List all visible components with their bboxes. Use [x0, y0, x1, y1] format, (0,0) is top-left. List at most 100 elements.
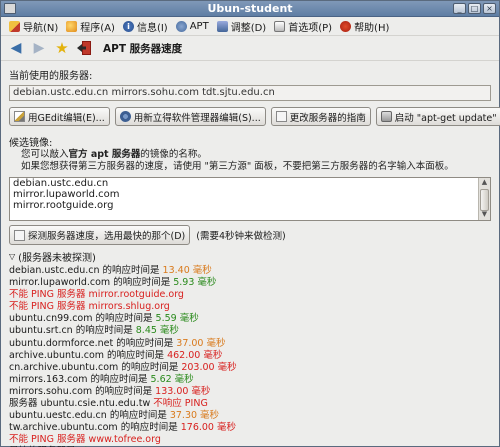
toolbar: ◀ ▶ ★ APT 服务器速度 [1, 36, 499, 61]
expander-triangle-icon: ▽ [9, 252, 16, 261]
mirror-list-textarea[interactable]: debian.ustc.edu.cn mirror.lupaworld.com … [9, 177, 491, 221]
results-list: debian.ustc.edu.cn 的响应时间是 13.40 毫秒 mirror… [9, 265, 491, 447]
menu-info[interactable]: i 信息(I) [119, 18, 172, 35]
probe-speed-button[interactable]: 探测服务器速度，选用最快的那个(D) [9, 225, 191, 245]
scroll-up-icon[interactable]: ▲ [479, 178, 490, 188]
result-line: ubuntu.dormforce.net 的响应时间是 37.00 毫秒 [9, 338, 491, 350]
result-server-text: ubuntu.uestc.edu.cn 的响应时间是 [9, 410, 170, 422]
result-server-text: mirrors.163.com 的响应时间是 [9, 373, 151, 385]
tweak-icon [216, 20, 228, 32]
result-line: mirrors.sohu.com 的响应时间是 133.00 毫秒 [9, 386, 491, 398]
result-value: 37.00 毫秒 [176, 337, 226, 349]
result-server-text: cn.archive.ubuntu.com 的响应时间是 [9, 361, 182, 373]
title-bar: Ubun-student _ □ × [1, 1, 499, 17]
result-value: 5.62 毫秒 [150, 373, 194, 385]
results-header: (服务器未被探测) [18, 253, 96, 264]
menu-tweak[interactable]: 调整(D) [213, 18, 271, 35]
package-manager-icon [119, 111, 131, 122]
result-value: 8.45 毫秒 [135, 325, 179, 337]
help-icon [340, 20, 352, 32]
edit-icon [14, 111, 25, 122]
close-icon[interactable]: × [483, 3, 496, 14]
exit-icon[interactable] [76, 40, 92, 56]
edit-with-synaptic-button[interactable]: 用新立得软件管理器编辑(S)... [114, 107, 266, 126]
app-window: Ubun-student _ □ × 导航(N) 程序(A) i 信息(I) AP… [0, 0, 500, 447]
result-value: 不响应 PING [153, 398, 208, 410]
result-line: 不能 PING 服务器 mirrors.shlug.org [9, 301, 491, 313]
window-title: Ubun-student [207, 2, 293, 15]
menu-preferences[interactable]: 首选项(P) [270, 18, 336, 35]
result-server-text: tw.archive.ubuntu.com 的响应时间是 [9, 422, 181, 434]
menu-label: 首选项(P) [288, 22, 333, 34]
result-value: 462.00 毫秒 [167, 349, 223, 361]
result-value: 203.00 毫秒 [181, 361, 237, 373]
result-line: mirror.lupaworld.com 的响应时间是 5.93 毫秒 [9, 277, 491, 289]
menu-navigate[interactable]: 导航(N) [5, 18, 62, 35]
apt-icon [175, 20, 187, 32]
result-value: 37.30 毫秒 [169, 410, 220, 422]
result-server-text: ubuntu.dormforce.net 的响应时间是 [9, 337, 177, 349]
result-value: 5.93 毫秒 [173, 277, 217, 289]
result-server-text: 服务器 ubuntu.csie.ntu.edu.tw [9, 398, 154, 410]
menu-help[interactable]: 帮助(H) [336, 18, 393, 35]
programs-icon [66, 20, 78, 32]
star-home-icon[interactable]: ★ [53, 39, 71, 57]
button-label: 探测服务器速度，选用最快的那个(D) [28, 231, 186, 242]
result-line: ubuntu.uestc.edu.cn 的响应时间是 37.30 毫秒 [9, 410, 491, 422]
edit-with-gedit-button[interactable]: 用GEdit编辑(E)... [9, 107, 110, 126]
menu-bar: 导航(N) 程序(A) i 信息(I) APT 调整(D) 首选项(P) 帮助(H… [1, 17, 499, 36]
result-line: ubuntu.cn99.com 的响应时间是 5.59 毫秒 [9, 313, 491, 325]
scrollbar-thumb[interactable] [480, 189, 489, 211]
result-server-text: archive.ubuntu.com 的响应时间是 [9, 349, 168, 361]
probe-note: (需要4秒钟来做检测) [196, 231, 286, 242]
button-label: 用新立得软件管理器编辑(S)... [133, 112, 261, 124]
result-line: cn.archive.ubuntu.com 的响应时间是 203.00 毫秒 [9, 362, 491, 374]
info-icon: i [122, 20, 134, 32]
list-scrollbar[interactable]: ▲ ▼ [478, 178, 490, 220]
scroll-down-icon[interactable]: ▼ [479, 210, 490, 220]
forward-arrow-icon[interactable]: ▶ [30, 39, 48, 57]
menu-programs[interactable]: 程序(A) [62, 18, 119, 35]
change-server-guide-button[interactable]: 更改服务器的指南 [270, 107, 371, 126]
result-value: 不能 PING 服务器 mirrors.shlug.org [9, 301, 170, 313]
results-expander[interactable]: ▽ (服务器未被探测) [9, 249, 491, 264]
run-apt-get-update-button[interactable]: 启动 "apt-get update" [375, 107, 500, 126]
menu-apt[interactable]: APT [172, 18, 213, 35]
maximize-icon[interactable]: □ [468, 3, 481, 14]
menu-label: 程序(A) [80, 22, 115, 34]
current-servers-field: debian.ustc.edu.cn mirrors.sohu.com tdt.… [9, 85, 491, 101]
result-value: 不能 PING 服务器 www.tofree.org [9, 434, 161, 446]
menu-label: 帮助(H) [354, 22, 390, 34]
menu-label: 调整(D) [230, 22, 267, 34]
result-line: 服务器 ubuntu.csie.ntu.edu.tw 不响应 PING [9, 398, 491, 410]
result-value: 不能 PING 服务器 mirror.rootguide.org [9, 289, 184, 301]
result-server-text: ubuntu.srt.cn 的响应时间是 [9, 325, 136, 337]
result-value: 133.00 毫秒 [155, 385, 211, 397]
button-label: 用GEdit编辑(E)... [28, 112, 105, 124]
terminal-icon [380, 111, 392, 122]
result-line: ubuntu.srt.cn 的响应时间是 8.45 毫秒 [9, 325, 491, 337]
back-arrow-icon[interactable]: ◀ [7, 39, 25, 57]
button-label: 启动 "apt-get update" [394, 112, 497, 124]
result-line: 不能 PING 服务器 mirror.rootguide.org [9, 289, 491, 301]
candidate-hint-2: 如果您想获得第三方服务器的速度，请使用 "第三方源" 面板，不要把第三方服务器的… [21, 161, 454, 172]
menu-label: 信息(I) [136, 22, 168, 34]
result-line: mirrors.163.com 的响应时间是 5.62 毫秒 [9, 374, 491, 386]
button-label: 更改服务器的指南 [289, 112, 366, 124]
result-server-text: mirrors.sohu.com 的响应时间是 [9, 385, 156, 397]
list-item: mirror.lupaworld.com [13, 189, 120, 200]
result-server-text: debian.ustc.edu.cn 的响应时间是 [9, 265, 163, 276]
result-line: archive.ubuntu.com 的响应时间是 462.00 毫秒 [9, 350, 491, 362]
result-server-text: ubuntu.cn99.com 的响应时间是 [9, 313, 156, 325]
minimize-icon[interactable]: _ [453, 3, 466, 14]
list-item: mirror.rootguide.org [13, 200, 114, 211]
result-server-text: mirror.lupaworld.com 的响应时间是 [9, 277, 174, 289]
preferences-icon [274, 20, 286, 32]
result-line: debian.ustc.edu.cn 的响应时间是 13.40 毫秒 [9, 265, 491, 277]
document-icon [275, 111, 287, 122]
pencil-icon [9, 20, 20, 32]
result-line: 不能 PING 服务器 www.tofree.org [9, 434, 491, 446]
page-title: APT 服务器速度 [103, 42, 183, 55]
result-value: 13.40 毫秒 [162, 265, 212, 276]
candidate-hint-1: 您可以敲入官方 apt 服务器的镜像的名称。 [21, 149, 207, 160]
